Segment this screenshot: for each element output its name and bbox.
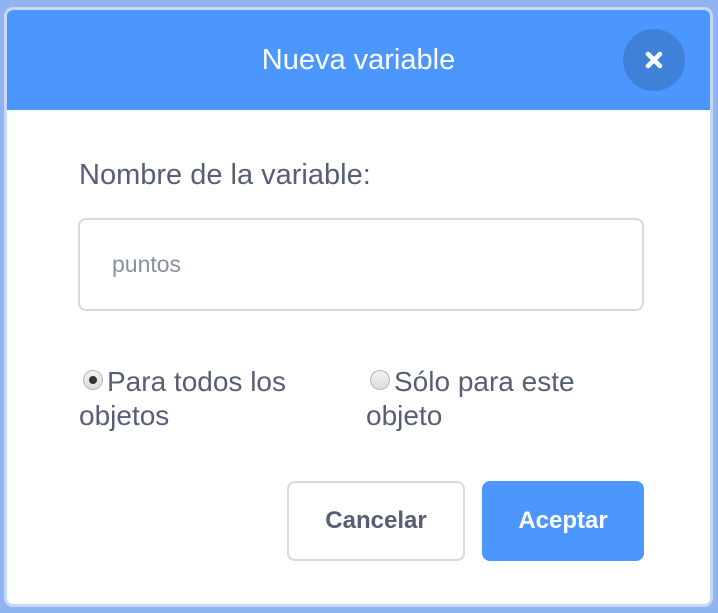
radio-button-all-sprites[interactable] (83, 370, 103, 390)
scope-option-this-sprite[interactable]: Sólo para este objeto (366, 365, 636, 433)
cancel-button[interactable]: Cancelar (287, 481, 465, 561)
scope-option-label: Para todos los objetos (79, 366, 286, 431)
variable-name-label: Nombre de la variable: (79, 159, 371, 191)
scope-option-all-sprites[interactable]: Para todos los objetos (79, 365, 339, 433)
dialog-header: Nueva variable (7, 10, 710, 110)
new-variable-dialog: Nueva variable Nombre de la variable: Pa… (4, 7, 713, 607)
radio-button-this-sprite[interactable] (370, 370, 390, 390)
variable-name-input[interactable] (78, 218, 644, 311)
close-button[interactable] (623, 29, 685, 91)
dialog-title: Nueva variable (261, 44, 456, 76)
scope-option-label: Sólo para este objeto (366, 366, 575, 431)
close-icon (645, 51, 663, 69)
accept-button[interactable]: Aceptar (482, 481, 644, 561)
